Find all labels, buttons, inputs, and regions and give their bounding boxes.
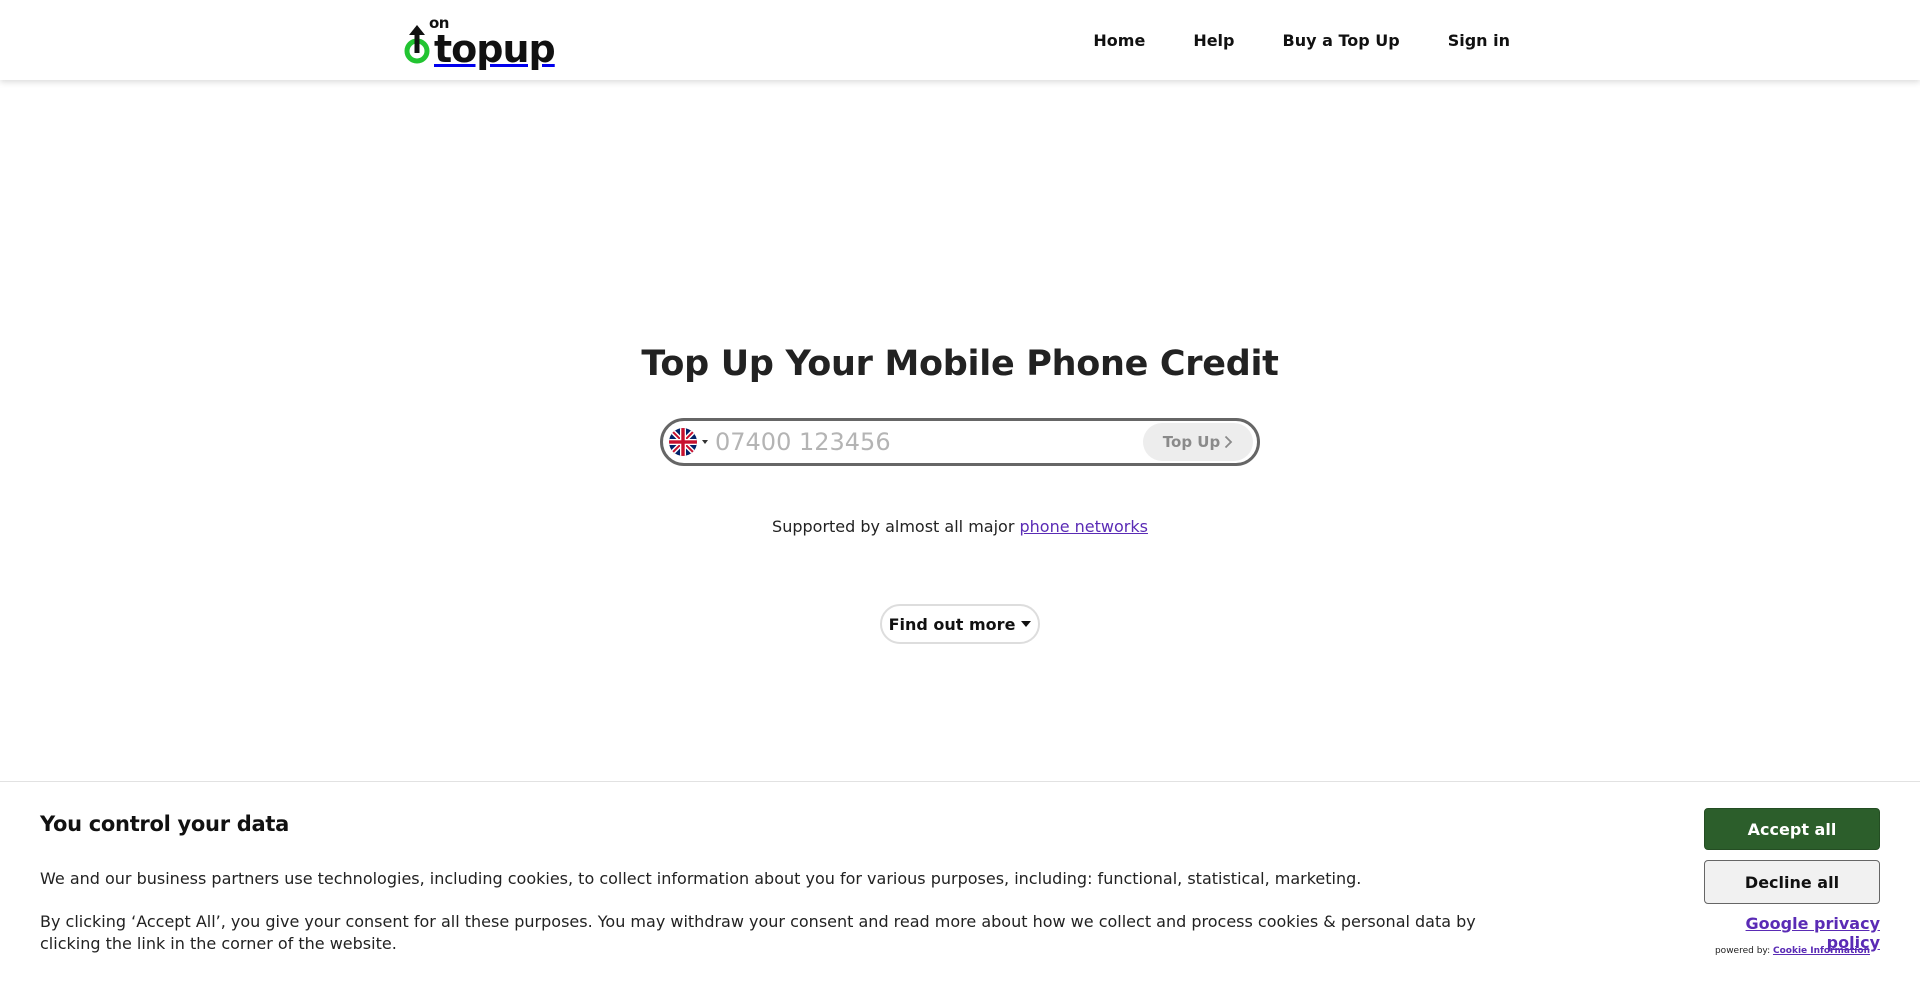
main-nav: Home Help Buy a Top Up Sign in bbox=[1093, 0, 1510, 80]
up-arrow-power-icon bbox=[404, 25, 430, 64]
cookie-paragraph-2: By clicking ‘Accept All’, you give your … bbox=[40, 912, 1476, 953]
decline-all-button[interactable]: Decline all bbox=[1704, 860, 1880, 904]
top-up-button[interactable]: Top Up bbox=[1143, 423, 1253, 461]
chevron-right-icon bbox=[1225, 435, 1233, 449]
cookie-information-link[interactable]: Cookie Information bbox=[1773, 946, 1870, 956]
phone-number-input[interactable] bbox=[713, 424, 1143, 460]
uk-flag-icon bbox=[669, 428, 697, 456]
phone-topup-form: Top Up bbox=[660, 418, 1260, 466]
nav-home[interactable]: Home bbox=[1093, 31, 1145, 50]
nav-sign-in[interactable]: Sign in bbox=[1448, 31, 1510, 50]
nav-help[interactable]: Help bbox=[1193, 31, 1234, 50]
accept-all-button[interactable]: Accept all bbox=[1704, 808, 1880, 850]
site-header: on topup Home Help Buy a Top Up Sign in bbox=[0, 0, 1920, 80]
top-up-button-label: Top Up bbox=[1162, 433, 1221, 451]
powered-by-text: powered by: bbox=[1714, 946, 1773, 956]
find-out-more-label: Find out more bbox=[888, 614, 1016, 634]
country-selector[interactable] bbox=[669, 428, 713, 456]
powered-by: powered by: Cookie Information bbox=[1680, 946, 1870, 956]
cookie-paragraph-1: We and our business partners use technol… bbox=[40, 869, 1362, 888]
logo-text: topup bbox=[434, 27, 556, 71]
cookie-title: You control your data bbox=[40, 812, 289, 836]
site-logo[interactable]: on topup bbox=[404, 14, 556, 68]
caret-down-icon bbox=[1021, 621, 1032, 627]
phone-networks-link[interactable]: phone networks bbox=[1019, 517, 1147, 536]
chevron-down-icon bbox=[702, 440, 708, 444]
supported-text: Supported by almost all major bbox=[772, 517, 1020, 536]
page-title: Top Up Your Mobile Phone Credit bbox=[641, 344, 1279, 384]
cookie-consent-banner: You control your data We and our busines… bbox=[0, 781, 1920, 993]
supported-networks-text: Supported by almost all major phone netw… bbox=[0, 517, 1920, 536]
nav-buy-top-up[interactable]: Buy a Top Up bbox=[1283, 31, 1400, 50]
find-out-more-button[interactable]: Find out more bbox=[880, 604, 1040, 644]
